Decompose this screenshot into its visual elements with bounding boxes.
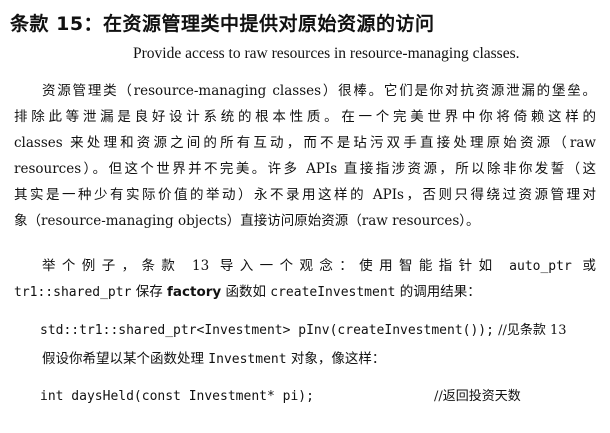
paragraph-text: 假设你希望以某个函数处理	[42, 351, 209, 367]
paragraph-3: 假设你希望以某个函数处理 Investment 对象，像这样：	[14, 346, 596, 372]
paragraph-text: 对象，像这样：	[286, 351, 386, 367]
inline-code: createInvestment	[270, 285, 396, 300]
inline-code: Investment	[208, 352, 287, 367]
paragraph-text: 保存	[131, 284, 167, 300]
paragraph-line: 资源管理类（resource-managing classes）很棒。它们是你对…	[42, 83, 596, 99]
paragraph-1: 资源管理类（resource-managing classes）很棒。它们是你对…	[14, 78, 596, 234]
paragraph-text: 的调用结果：	[395, 284, 481, 300]
paragraph-line: 象（resource-managing objects）直接访问原始资源（raw…	[14, 213, 480, 229]
paragraph-2: 举个例子，条款 13 导入一个观念：使用智能指针如 auto_ptr 或 tr1…	[14, 253, 596, 305]
paragraph-text: 举个例子，条款 13 导入一个观念：使用智能指针如	[42, 258, 510, 274]
code-text: int daysHeld(const Investment* pi);	[40, 389, 314, 404]
paragraph-text: 函数如	[221, 284, 271, 300]
code-sample-1: std::tr1::shared_ptr<Investment> pInv(cr…	[40, 321, 567, 341]
code-sample-2-comment-wrap: //返回投资天数	[434, 387, 521, 407]
book-page: 条款 15：在资源管理类中提供对原始资源的访问 Provide access t…	[0, 0, 610, 433]
paragraph-line: 举个例子，条款 13 导入一个观念：使用智能指针如 auto_ptr 或	[14, 253, 596, 279]
bold-term: factory	[167, 284, 222, 300]
code-text: std::tr1::shared_ptr<Investment> pInv(cr…	[40, 323, 494, 338]
code-comment: //返回投资天数	[434, 389, 521, 404]
code-sample-2: int daysHeld(const Investment* pi);	[40, 387, 314, 407]
inline-code: tr1::shared_ptr	[14, 285, 132, 300]
paragraph-line: 其实是一种少有实际价值的举动）永不录用这样的 APIs，否则只得绕过资源管理对	[14, 187, 596, 203]
paragraph-line: 排除此等泄漏是良好设计系统的根本性质。在一个完美世界中你将倚赖这样的	[14, 109, 596, 125]
paragraph-line: resources）。但这个世界并不完美。许多 APIs 直接指涉资源，所以除非…	[14, 161, 596, 177]
paragraph-text: 或	[571, 258, 596, 274]
inline-code: auto_ptr	[509, 259, 572, 274]
paragraph-line: 假设你希望以某个函数处理 Investment 对象，像这样：	[14, 346, 596, 372]
code-comment: //见条款 13	[493, 323, 567, 338]
paragraph-line: classes 来处理和资源之间的所有互动，而不是玷污双手直接处理原始资源（ra…	[14, 135, 596, 151]
item-subtitle: Provide access to raw resources in resou…	[133, 45, 520, 62]
item-title: 条款 15：在资源管理类中提供对原始资源的访问	[10, 13, 435, 35]
paragraph-line: tr1::shared_ptr 保存 factory 函数如 createInv…	[14, 279, 596, 305]
